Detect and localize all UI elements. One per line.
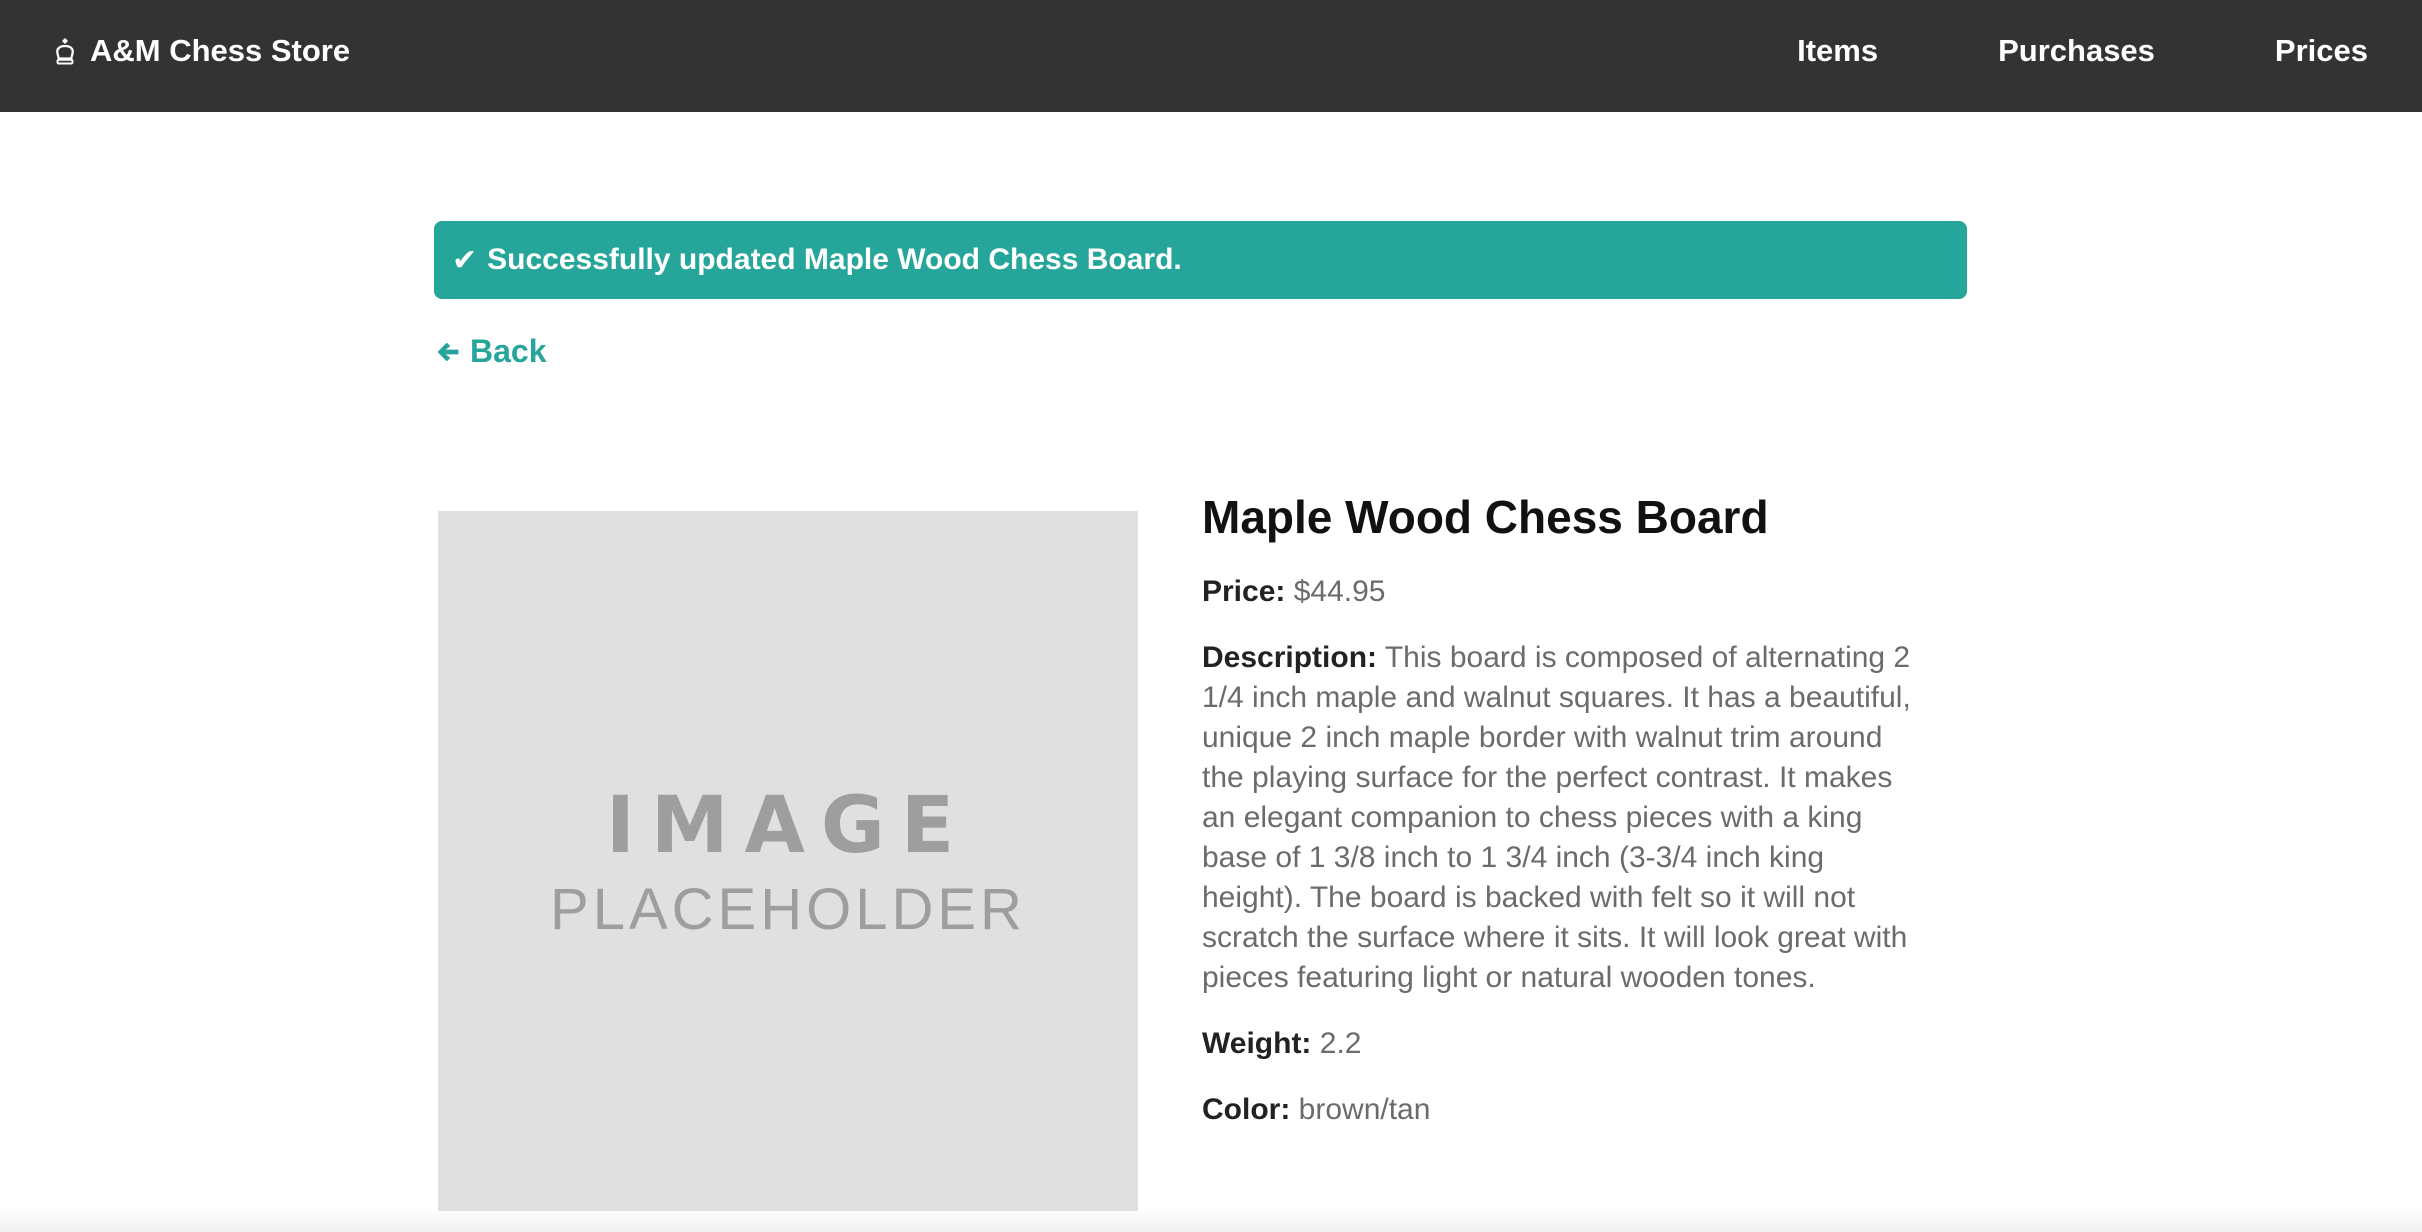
back-link[interactable]: Back <box>434 333 547 370</box>
nav-link-prices[interactable]: Prices <box>2275 33 2368 69</box>
brand-name: A&M Chess Store <box>90 33 351 68</box>
item-image-placeholder: IMAGE PLACEHOLDER <box>438 511 1138 1211</box>
weight-label: Weight: <box>1202 1027 1312 1060</box>
checkmark-icon: ✔ <box>452 243 478 277</box>
success-flash-message: ✔ Successfully updated Maple Wood Chess … <box>434 221 1967 299</box>
brand-link[interactable]: A&M Chess Store <box>50 0 350 102</box>
bottom-shadow <box>0 1208 2422 1232</box>
placeholder-line-1: IMAGE <box>605 781 971 871</box>
color-row: Color: brown/tan <box>1202 1090 1922 1130</box>
nav-link-items[interactable]: Items <box>1797 33 1878 69</box>
placeholder-line-2: PLACEHOLDER <box>550 877 1026 942</box>
color-value: brown/tan <box>1298 1093 1431 1126</box>
description-label: Description: <box>1202 641 1378 674</box>
price-value: $44.95 <box>1293 575 1386 608</box>
item-details: Maple Wood Chess Board Price: $44.95 Des… <box>1202 482 1922 1130</box>
description-row: Description: This board is composed of a… <box>1202 638 1922 998</box>
description-value: This board is composed of alternating 2 … <box>1202 641 1911 994</box>
weight-value: 2.2 <box>1319 1027 1362 1060</box>
color-label: Color: <box>1202 1093 1291 1126</box>
chess-king-icon <box>56 38 74 65</box>
top-navbar: A&M Chess Store Items Purchases Prices <box>0 0 2422 112</box>
price-label: Price: <box>1202 575 1286 608</box>
back-label: Back <box>470 333 547 369</box>
weight-row: Weight: 2.2 <box>1202 1024 1922 1064</box>
flash-text: Successfully updated Maple Wood Chess Bo… <box>487 243 1182 276</box>
price-row: Price: $44.95 <box>1202 572 1922 612</box>
item-title: Maple Wood Chess Board <box>1202 491 1769 543</box>
arrow-left-icon <box>437 342 459 361</box>
nav-link-purchases[interactable]: Purchases <box>1998 33 2155 69</box>
nav-menu: Items Purchases Prices <box>1797 0 2368 102</box>
